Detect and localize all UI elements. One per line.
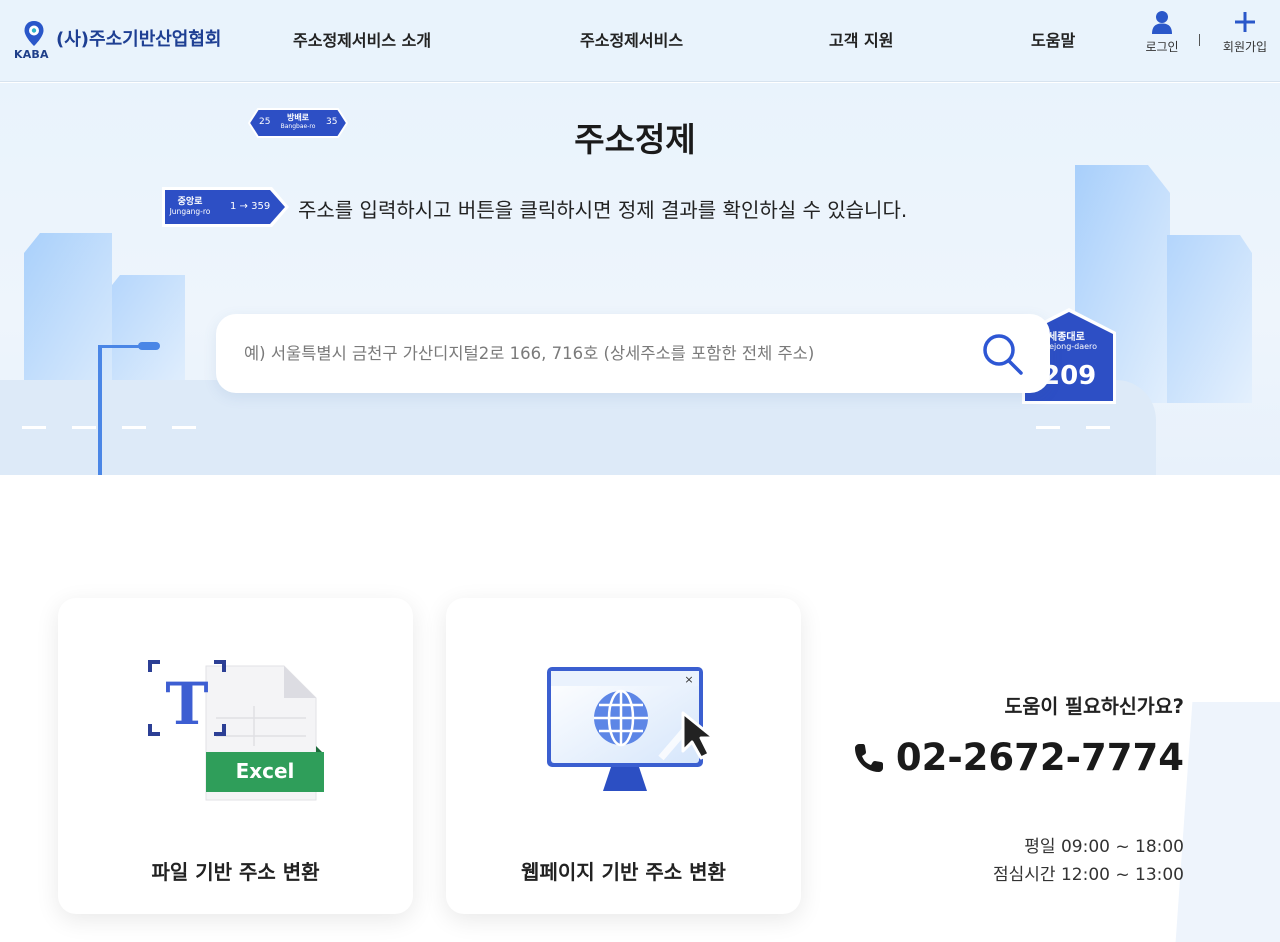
login-button[interactable]: 로그인 <box>1140 10 1184 55</box>
phone-number[interactable]: 02-2672-7774 <box>896 736 1184 779</box>
road-sign-jungang: 중앙로 Jungang-ro 1 → 359 <box>160 184 292 230</box>
phone-icon <box>854 743 883 772</box>
signup-label: 회원가입 <box>1222 40 1268 54</box>
page-subtitle: 주소를 입력하시고 버튼을 클릭하시면 정제 결과를 확인하실 수 있습니다. <box>298 198 908 222</box>
nav-service-intro[interactable]: 주소정제서비스 소개 <box>293 27 431 51</box>
sign-number: 209 <box>1042 361 1097 391</box>
nav-customer-support[interactable]: 고객 지원 <box>829 27 893 51</box>
help-background-shape <box>1175 702 1280 942</box>
help-question: 도움이 필요하신가요? <box>1004 695 1184 718</box>
logo-text: KABA <box>14 48 49 61</box>
sign-range: 1 → 359 <box>230 201 271 212</box>
hero-section: 25 방배로 Bangbae-ro 35 중앙로 Jungang-ro 1 → … <box>0 83 1280 475</box>
signup-button[interactable]: 회원가입 <box>1214 10 1276 55</box>
file-conversion-label: 파일 기반 주소 변환 <box>151 860 320 884</box>
address-search-input[interactable] <box>244 336 964 370</box>
kaba-logo[interactable]: KABA <box>14 18 54 62</box>
hours-lunch: 점심시간 12:00 ~ 13:00 <box>993 865 1184 885</box>
nav-service[interactable]: 주소정제서비스 <box>580 27 683 51</box>
site-header: KABA (사)주소기반산업협회 주소정제서비스 소개 주소정제서비스 고객 지… <box>0 0 1280 82</box>
search-icon <box>983 334 1023 375</box>
svg-text:T: T <box>165 670 208 738</box>
plus-icon <box>1235 12 1255 32</box>
hours-weekday: 평일 09:00 ~ 18:00 <box>1024 837 1184 857</box>
page-title: 주소정제 <box>574 120 696 159</box>
file-conversion-card[interactable]: T Excel 파일 기반 주소 변환 <box>58 598 413 914</box>
street-lamp <box>98 345 102 475</box>
help-phone: 02-2672-7774 <box>852 736 1184 779</box>
web-monitor-icon: × <box>547 667 716 791</box>
nav-help[interactable]: 도움말 <box>1031 27 1075 51</box>
search-box <box>216 314 1050 393</box>
excel-file-icon: T Excel <box>148 660 324 801</box>
org-name[interactable]: (사)주소기반산업협회 <box>56 25 222 51</box>
location-pin-icon <box>24 21 44 46</box>
web-conversion-card[interactable]: × 웹페이지 기반 주소 변환 <box>446 598 801 914</box>
sign-road-roman: Jungang-ro <box>169 207 211 216</box>
user-icon <box>1152 11 1172 34</box>
svg-text:×: × <box>684 673 693 686</box>
sign-road-name: 중앙로 <box>177 197 203 207</box>
login-label: 로그인 <box>1145 40 1179 54</box>
sign-road-roman: Sejong-daero <box>1044 342 1098 351</box>
header-separator <box>1199 34 1200 46</box>
search-button[interactable] <box>978 330 1028 378</box>
sign-road-name: 세종대로 <box>1048 332 1085 343</box>
web-conversion-label: 웹페이지 기반 주소 변환 <box>521 860 726 884</box>
excel-badge-text: Excel <box>236 759 295 783</box>
help-hours: 평일 09:00 ~ 18:00 점심시간 12:00 ~ 13:00 <box>993 833 1184 889</box>
